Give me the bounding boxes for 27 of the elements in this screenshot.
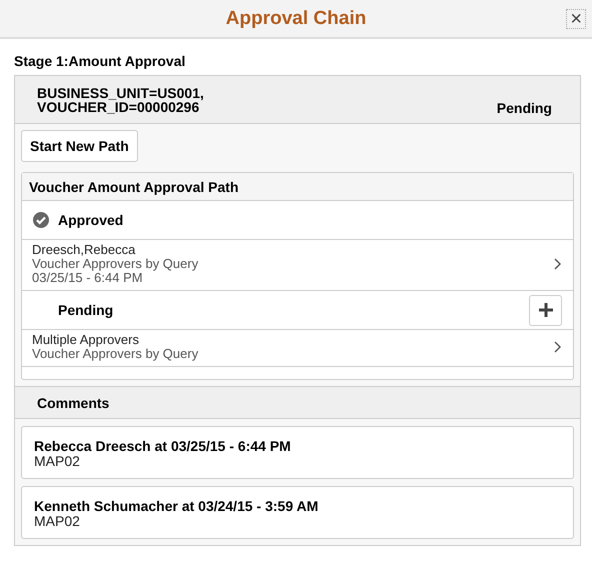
approver-detail: Voucher Approvers by Query	[32, 257, 200, 271]
step-status: Pending	[58, 302, 114, 318]
comment-heading: Rebecca Dreesch at 03/25/15 - 6:44 PM	[34, 439, 292, 454]
path-title: Voucher Amount Approval Path	[29, 179, 238, 195]
header-line: BUSINESS_UNIT=US001,	[37, 86, 204, 100]
comments-title: Comments	[37, 395, 110, 411]
chevron-right-icon	[554, 341, 561, 353]
chevron-right-icon	[554, 258, 561, 270]
stage-title: Stage 1:Amount Approval	[14, 53, 186, 69]
approver-name: Dreesch,Rebecca	[32, 243, 136, 257]
comment-heading: Kenneth Schumacher at 03/24/15 - 3:59 AM	[34, 499, 320, 514]
start-new-path-button[interactable]: Start New Path	[21, 130, 138, 162]
comment-text: MAP02	[34, 514, 81, 529]
approver-name: Multiple Approvers	[32, 333, 140, 347]
stage-status: Pending	[496, 100, 552, 116]
approver-row[interactable]: Multiple Approvers Voucher Approvers by Query	[22, 330, 573, 367]
approver-row[interactable]: Dreesch,Rebecca Voucher Approvers by Query 03/25/15 - 6:44 PM	[22, 240, 573, 291]
close-button[interactable]: ×	[566, 9, 586, 29]
window-title: Approval Chain	[226, 8, 366, 30]
plus-icon	[538, 303, 552, 317]
header-line: VOUCHER_ID=00000296	[37, 100, 200, 114]
step-status: Approved	[58, 212, 124, 228]
approver-detail: 03/25/15 - 6:44 PM	[32, 271, 144, 285]
comment-text: MAP02	[34, 454, 81, 469]
check-circle-icon	[32, 211, 50, 229]
add-approver-button[interactable]	[529, 294, 562, 326]
approver-detail: Voucher Approvers by Query	[32, 347, 200, 361]
